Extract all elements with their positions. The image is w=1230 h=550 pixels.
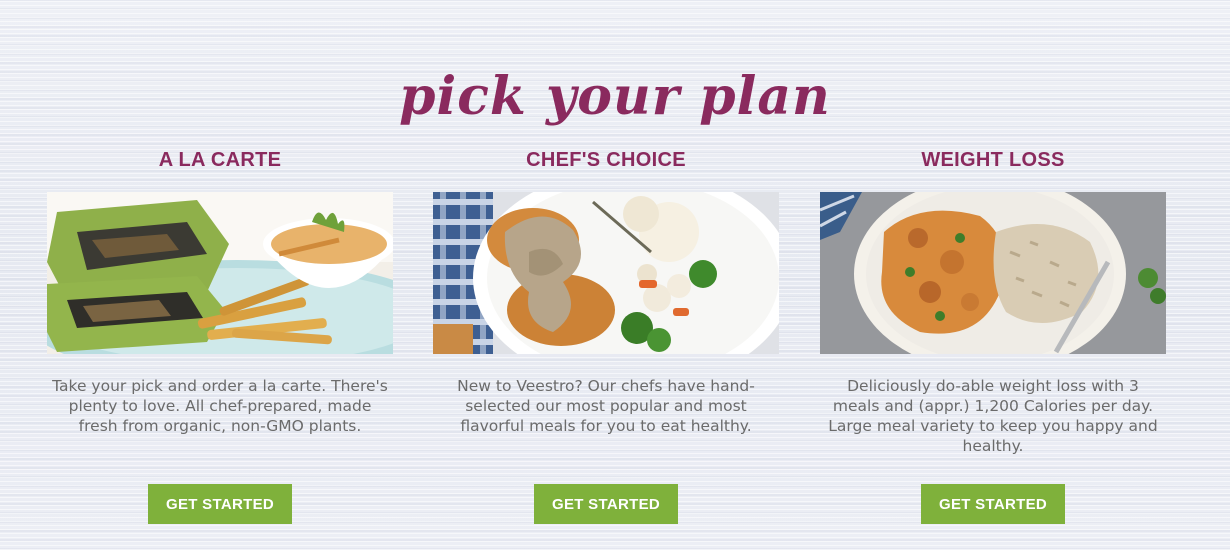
plan-image-curry-rice	[820, 192, 1166, 354]
plan-heading: A LA CARTE	[158, 149, 282, 171]
plan-heading: WEIGHT LOSS	[921, 149, 1065, 171]
plan-heading: CHEF'S CHOICE	[526, 149, 686, 171]
get-started-button[interactable]: GET STARTED	[921, 484, 1065, 524]
plan-description: New to Veestro? Our chefs have hand-sele…	[457, 377, 755, 435]
plan-description: Take your pick and order a la carte. The…	[52, 377, 388, 435]
plan-image-cutlets-gravy	[433, 192, 779, 354]
plan-card-a-la-carte: A LA CARTE Take your pick and order a la…	[47, 140, 393, 524]
plan-image-veggie-wrap	[47, 192, 393, 354]
plan-card-chefs-choice: CHEF'S CHOICE New to Veestro? Our chefs …	[433, 140, 779, 524]
plan-card-weight-loss: WEIGHT LOSS Deliciously do-able weight l…	[820, 140, 1166, 524]
plan-description: Deliciously do-able weight loss with 3 m…	[828, 377, 1158, 455]
get-started-button[interactable]: GET STARTED	[534, 484, 678, 524]
page-title: pick your plan	[399, 65, 831, 127]
get-started-button[interactable]: GET STARTED	[148, 484, 292, 524]
